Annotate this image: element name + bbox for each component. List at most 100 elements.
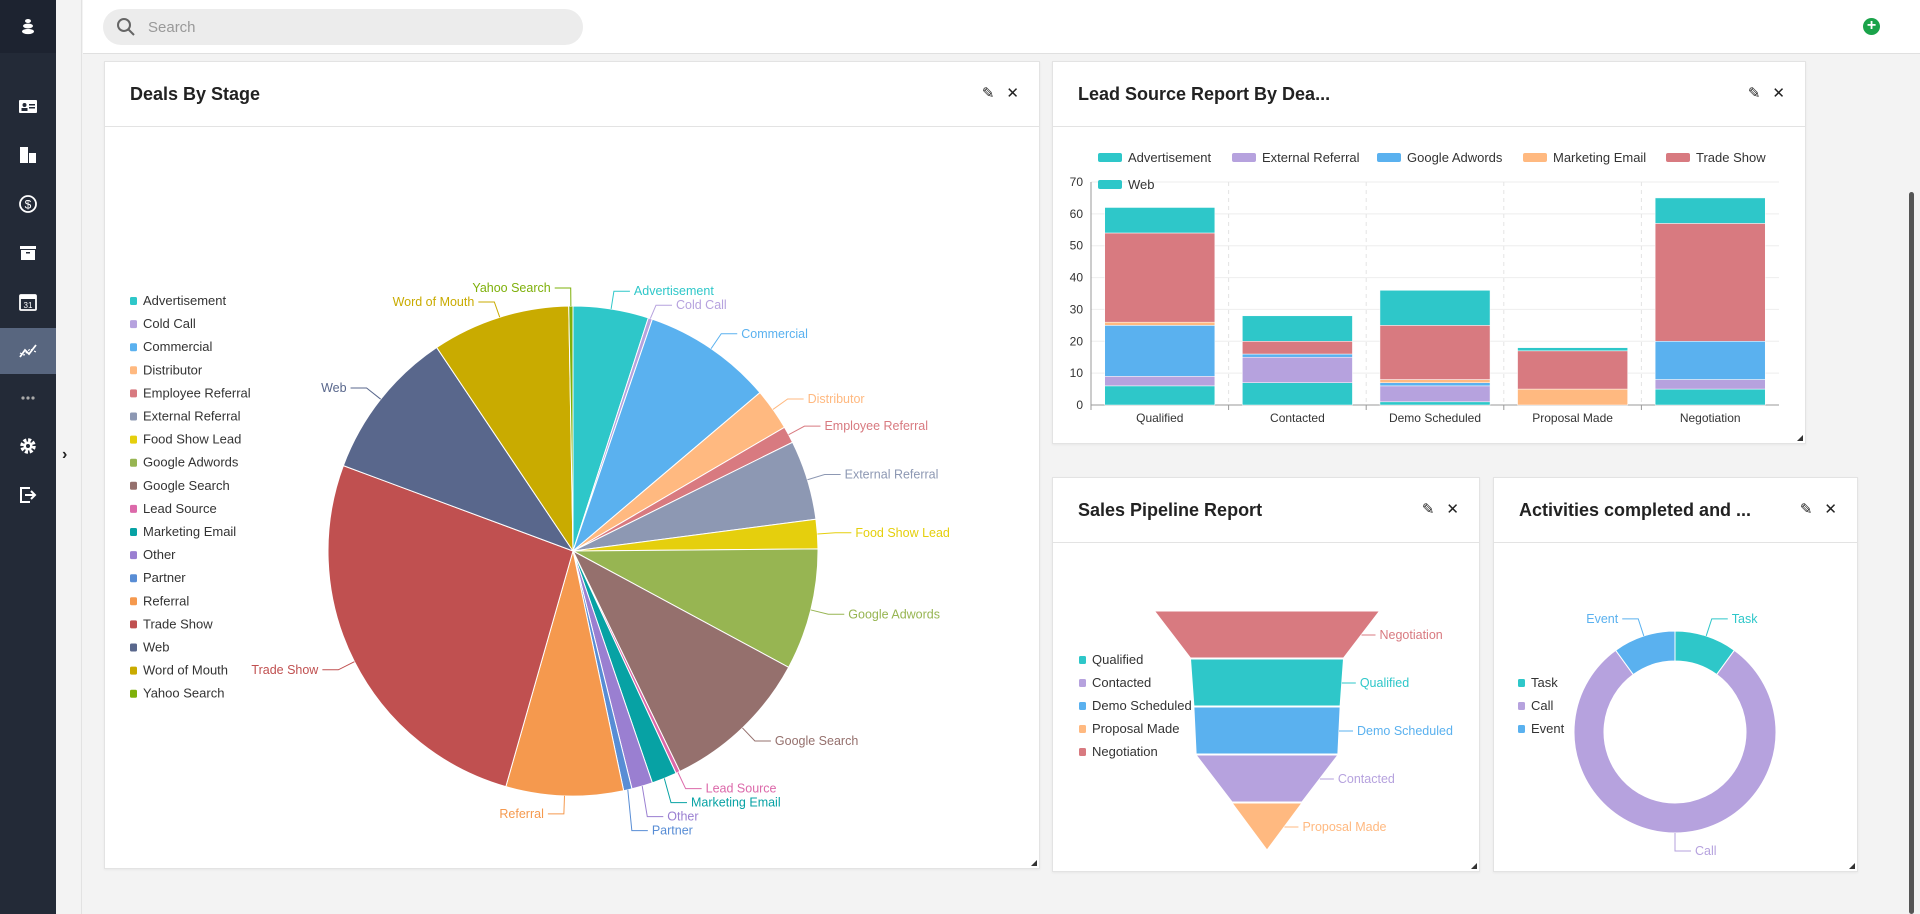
legend-label: Trade Show <box>1696 150 1766 165</box>
slice-label: Commercial <box>741 327 808 341</box>
lead-source-card: Lead Source Report By Dea... ✎ ✕ 0 10 20 30 4… <box>1052 61 1806 444</box>
y-tick-label: 20 <box>1070 334 1084 348</box>
edit-pencil-icon[interactable]: ✎ <box>1422 500 1435 518</box>
label-leader-line <box>1674 833 1691 852</box>
x-tick-label: Demo Scheduled <box>1389 411 1481 425</box>
nav-accounts[interactable] <box>0 132 56 178</box>
svg-text:$: $ <box>25 198 32 212</box>
legend-label: Google Adwords <box>143 455 239 470</box>
legend-swatch <box>130 528 137 536</box>
legend-swatch <box>130 435 137 444</box>
bar-segment <box>1517 388 1628 406</box>
nav-deals[interactable]: $ <box>0 181 56 227</box>
slice-label: Distributor <box>808 392 865 406</box>
legend-swatch <box>1377 153 1401 162</box>
bar-segment <box>1242 315 1353 342</box>
legend-label: Negotiation <box>1092 744 1158 759</box>
search-input[interactable] <box>148 18 548 36</box>
resize-handle[interactable] <box>1031 860 1037 866</box>
nav-contacts[interactable] <box>0 83 56 129</box>
legend-swatch <box>1079 679 1086 687</box>
resize-handle[interactable] <box>1471 863 1477 869</box>
legend-swatch <box>1523 153 1547 162</box>
legend-swatch <box>130 366 137 375</box>
legend-swatch <box>130 666 137 675</box>
legend-swatch <box>130 481 137 490</box>
funnel-band <box>1195 754 1339 803</box>
label-leader-line <box>547 795 565 815</box>
legend-label: Employee Referral <box>143 385 251 400</box>
x-tick-label: Proposal Made <box>1532 411 1613 425</box>
funnel-band <box>1193 706 1341 755</box>
bar-segment <box>1104 376 1216 387</box>
nav-settings[interactable] <box>0 423 56 469</box>
resize-handle[interactable] <box>1797 435 1803 441</box>
legend-swatch <box>1518 679 1525 687</box>
label-leader-line <box>663 778 688 804</box>
slice-label: External Referral <box>845 468 939 482</box>
slice-label: Cold Call <box>676 298 727 312</box>
reports-chart-icon <box>19 344 37 358</box>
slice-label: Task <box>1732 612 1758 626</box>
slice-label: Google Search <box>775 734 858 748</box>
card-title: Lead Source Report By Dea... <box>1078 84 1331 104</box>
legend-label: Advertisement <box>1128 150 1211 165</box>
label-leader-line <box>742 727 771 742</box>
logo-icon <box>22 18 34 34</box>
lead-source-bar-chart: 0 10 20 30 40 50 60 70 Qualified Contacted Demo Sc… <box>1070 150 1779 425</box>
app-logo[interactable] <box>0 0 56 53</box>
label-leader-line <box>810 609 845 615</box>
label-leader-line <box>710 333 738 349</box>
expand-sidebar-chevron-icon[interactable]: › <box>62 446 76 464</box>
legend-label: Web <box>143 640 170 655</box>
legend-label: Google Search <box>143 478 230 493</box>
add-plus-icon[interactable]: + <box>1863 18 1880 35</box>
legend-swatch <box>130 597 137 606</box>
close-icon[interactable]: ✕ <box>1772 84 1785 102</box>
nav-reports[interactable] <box>0 328 56 374</box>
legend-swatch <box>1079 725 1086 733</box>
y-tick-label: 0 <box>1076 398 1083 412</box>
bar-segment <box>1517 347 1628 352</box>
legend-swatch <box>130 320 137 329</box>
nav-logout[interactable] <box>0 472 56 518</box>
funnel-label: Qualified <box>1360 676 1409 690</box>
legend-label: Trade Show <box>143 616 213 631</box>
legend-swatch <box>130 458 137 467</box>
legend-swatch <box>130 551 137 560</box>
nav-more[interactable] <box>0 375 56 421</box>
y-tick-label: 40 <box>1070 271 1084 285</box>
resize-handle[interactable] <box>1849 863 1855 869</box>
page-scrollbar[interactable] <box>1909 192 1914 914</box>
close-icon[interactable]: ✕ <box>1824 500 1837 518</box>
slice-label: Yahoo Search <box>472 281 550 295</box>
funnel-label: Demo Scheduled <box>1357 724 1453 738</box>
bar-segment <box>1379 385 1491 403</box>
more-icon <box>21 396 35 400</box>
search-icon <box>117 18 135 36</box>
edit-pencil-icon[interactable]: ✎ <box>1748 84 1761 102</box>
close-icon[interactable]: ✕ <box>1006 84 1019 102</box>
legend-label: Distributor <box>143 362 203 377</box>
legend-label: Marketing Email <box>1553 150 1646 165</box>
edit-pencil-icon[interactable]: ✎ <box>1800 500 1813 518</box>
nav-archive[interactable] <box>0 230 56 276</box>
search-box[interactable] <box>103 9 583 45</box>
nav-calendar[interactable]: 31 <box>0 279 56 325</box>
legend-label: Google Adwords <box>1407 150 1503 165</box>
label-leader-line <box>350 387 382 400</box>
x-tick-label: Qualified <box>1136 411 1183 425</box>
legend-swatch <box>1518 702 1525 710</box>
funnel-band <box>1189 658 1345 707</box>
svg-text:31: 31 <box>24 301 33 310</box>
bar-segment <box>1104 321 1216 326</box>
activities-donut-chart: Task Call Event Task Call Event <box>1518 612 1777 858</box>
legend-label: Food Show Lead <box>143 432 241 447</box>
close-icon[interactable]: ✕ <box>1446 500 1459 518</box>
label-leader-line <box>817 532 852 535</box>
x-tick-label: Contacted <box>1270 411 1325 425</box>
label-leader-line <box>641 785 664 818</box>
edit-pencil-icon[interactable]: ✎ <box>982 84 995 102</box>
y-tick-label: 10 <box>1070 366 1084 380</box>
pipeline-funnel-chart: Negotiation Qualified Demo Scheduled Contac… <box>1079 610 1453 851</box>
